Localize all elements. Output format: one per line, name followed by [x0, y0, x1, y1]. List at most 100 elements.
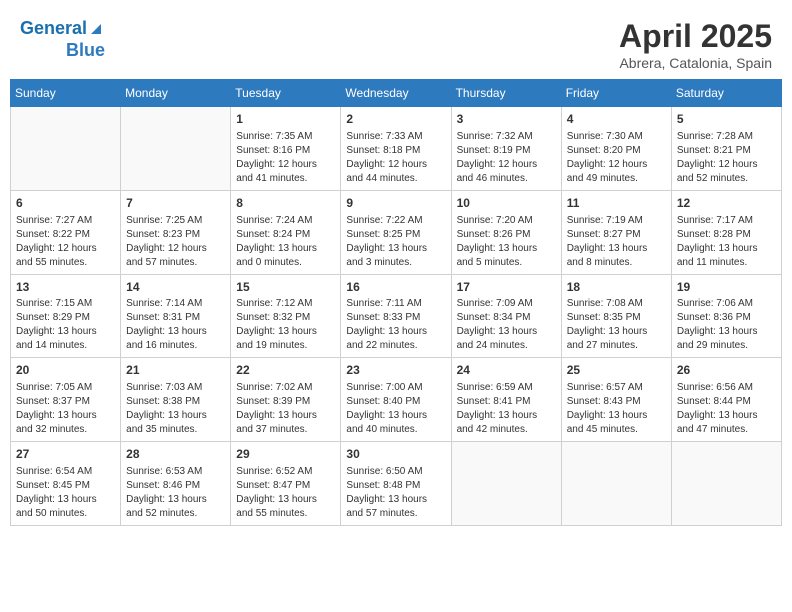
- calendar-cell: 6 Sunrise: 7:27 AMSunset: 8:22 PMDaylight…: [11, 190, 121, 274]
- day-info: Sunrise: 7:00 AMSunset: 8:40 PMDaylight:…: [346, 381, 445, 437]
- calendar-cell: 26 Sunrise: 6:56 AMSunset: 8:44 PMDayligh…: [671, 358, 781, 442]
- day-number: 21: [126, 362, 225, 379]
- calendar-cell: 18Sunrise: 7:08 AMSunset: 8:35 PMDayligh…: [561, 274, 671, 358]
- day-info: Sunrise: 7:27 AMSunset: 8:22 PMDaylight:…: [16, 214, 115, 270]
- calendar-cell: 19Sunrise: 7:06 AMSunset: 8:36 PMDayligh…: [671, 274, 781, 358]
- day-number: 12: [677, 195, 776, 212]
- day-number: 2: [346, 111, 445, 128]
- calendar-cell: 30 Sunrise: 6:50 AMSunset: 8:48 PMDayligh…: [341, 442, 451, 526]
- day-info: Sunrise: 7:05 AMSunset: 8:37 PMDaylight:…: [16, 381, 115, 437]
- day-number: 10: [457, 195, 556, 212]
- calendar-cell: 9 Sunrise: 7:22 AMSunset: 8:25 PMDaylight…: [341, 190, 451, 274]
- calendar-cell: 21 Sunrise: 7:03 AMSunset: 8:38 PMDayligh…: [121, 358, 231, 442]
- calendar-cell: 23 Sunrise: 7:00 AMSunset: 8:40 PMDayligh…: [341, 358, 451, 442]
- day-info: Sunrise: 7:22 AMSunset: 8:25 PMDaylight:…: [346, 214, 445, 270]
- day-number: 3: [457, 111, 556, 128]
- day-number: 23: [346, 362, 445, 379]
- calendar-cell: [451, 442, 561, 526]
- day-number: 5: [677, 111, 776, 128]
- logo-text-general: General: [20, 18, 87, 40]
- location: Abrera, Catalonia, Spain: [619, 55, 772, 71]
- day-number: 15: [236, 279, 335, 296]
- calendar-cell: 1Sunrise: 7:35 AMSunset: 8:16 PMDaylight…: [231, 107, 341, 191]
- calendar-cell: 22 Sunrise: 7:02 AMSunset: 8:39 PMDayligh…: [231, 358, 341, 442]
- day-number: 16: [346, 279, 445, 296]
- day-info: Sunrise: 7:25 AMSunset: 8:23 PMDaylight:…: [126, 214, 225, 270]
- day-number: 28: [126, 446, 225, 463]
- day-number: 27: [16, 446, 115, 463]
- calendar-table: SundayMondayTuesdayWednesdayThursdayFrid…: [10, 79, 782, 526]
- day-number: 24: [457, 362, 556, 379]
- logo: General Blue: [20, 18, 105, 61]
- day-info: Sunrise: 6:56 AMSunset: 8:44 PMDaylight:…: [677, 381, 776, 437]
- weekday-header: Wednesday: [341, 80, 451, 107]
- weekday-header: Monday: [121, 80, 231, 107]
- day-number: 18: [567, 279, 666, 296]
- calendar-cell: [671, 442, 781, 526]
- calendar-cell: 13Sunrise: 7:15 AMSunset: 8:29 PMDayligh…: [11, 274, 121, 358]
- calendar-cell: 28 Sunrise: 6:53 AMSunset: 8:46 PMDayligh…: [121, 442, 231, 526]
- day-info: Sunrise: 7:32 AMSunset: 8:19 PMDaylight:…: [457, 130, 556, 186]
- day-info: Sunrise: 7:03 AMSunset: 8:38 PMDaylight:…: [126, 381, 225, 437]
- day-number: 13: [16, 279, 115, 296]
- day-number: 19: [677, 279, 776, 296]
- day-info: Sunrise: 7:19 AMSunset: 8:27 PMDaylight:…: [567, 214, 666, 270]
- day-info: Sunrise: 6:50 AMSunset: 8:48 PMDaylight:…: [346, 465, 445, 521]
- day-info: Sunrise: 7:24 AMSunset: 8:24 PMDaylight:…: [236, 214, 335, 270]
- day-number: 30: [346, 446, 445, 463]
- calendar-cell: 5 Sunrise: 7:28 AMSunset: 8:21 PMDaylight…: [671, 107, 781, 191]
- calendar-cell: 7 Sunrise: 7:25 AMSunset: 8:23 PMDaylight…: [121, 190, 231, 274]
- day-info: Sunrise: 7:20 AMSunset: 8:26 PMDaylight:…: [457, 214, 556, 270]
- calendar-cell: 15Sunrise: 7:12 AMSunset: 8:32 PMDayligh…: [231, 274, 341, 358]
- calendar-cell: 20Sunrise: 7:05 AMSunset: 8:37 PMDayligh…: [11, 358, 121, 442]
- calendar-cell: [121, 107, 231, 191]
- day-info: Sunrise: 6:59 AMSunset: 8:41 PMDaylight:…: [457, 381, 556, 437]
- day-number: 22: [236, 362, 335, 379]
- calendar-cell: 17Sunrise: 7:09 AMSunset: 8:34 PMDayligh…: [451, 274, 561, 358]
- day-info: Sunrise: 6:53 AMSunset: 8:46 PMDaylight:…: [126, 465, 225, 521]
- day-number: 4: [567, 111, 666, 128]
- day-info: Sunrise: 7:14 AMSunset: 8:31 PMDaylight:…: [126, 297, 225, 353]
- day-info: Sunrise: 7:17 AMSunset: 8:28 PMDaylight:…: [677, 214, 776, 270]
- calendar-header-row: SundayMondayTuesdayWednesdayThursdayFrid…: [11, 80, 782, 107]
- calendar-cell: 27 Sunrise: 6:54 AMSunset: 8:45 PMDayligh…: [11, 442, 121, 526]
- day-info: Sunrise: 7:30 AMSunset: 8:20 PMDaylight:…: [567, 130, 666, 186]
- day-info: Sunrise: 6:57 AMSunset: 8:43 PMDaylight:…: [567, 381, 666, 437]
- calendar-cell: 10 Sunrise: 7:20 AMSunset: 8:26 PMDayligh…: [451, 190, 561, 274]
- logo-icon: [87, 20, 105, 38]
- calendar-week-row: 20Sunrise: 7:05 AMSunset: 8:37 PMDayligh…: [11, 358, 782, 442]
- day-info: Sunrise: 7:33 AMSunset: 8:18 PMDaylight:…: [346, 130, 445, 186]
- day-number: 8: [236, 195, 335, 212]
- day-number: 26: [677, 362, 776, 379]
- calendar-cell: 29Sunrise: 6:52 AMSunset: 8:47 PMDayligh…: [231, 442, 341, 526]
- calendar-cell: 8 Sunrise: 7:24 AMSunset: 8:24 PMDaylight…: [231, 190, 341, 274]
- day-number: 14: [126, 279, 225, 296]
- day-number: 1: [236, 111, 335, 128]
- calendar-week-row: 6 Sunrise: 7:27 AMSunset: 8:22 PMDaylight…: [11, 190, 782, 274]
- weekday-header: Friday: [561, 80, 671, 107]
- day-info: Sunrise: 7:08 AMSunset: 8:35 PMDaylight:…: [567, 297, 666, 353]
- day-info: Sunrise: 7:02 AMSunset: 8:39 PMDaylight:…: [236, 381, 335, 437]
- day-number: 9: [346, 195, 445, 212]
- day-number: 11: [567, 195, 666, 212]
- weekday-header: Sunday: [11, 80, 121, 107]
- calendar-week-row: 1Sunrise: 7:35 AMSunset: 8:16 PMDaylight…: [11, 107, 782, 191]
- title-block: April 2025 Abrera, Catalonia, Spain: [619, 18, 772, 71]
- calendar-cell: 12 Sunrise: 7:17 AMSunset: 8:28 PMDayligh…: [671, 190, 781, 274]
- day-number: 17: [457, 279, 556, 296]
- day-info: Sunrise: 7:11 AMSunset: 8:33 PMDaylight:…: [346, 297, 445, 353]
- page-header: General Blue April 2025 Abrera, Cataloni…: [10, 10, 782, 75]
- calendar-cell: 11 Sunrise: 7:19 AMSunset: 8:27 PMDayligh…: [561, 190, 671, 274]
- logo-text-blue: Blue: [66, 40, 105, 62]
- day-number: 6: [16, 195, 115, 212]
- calendar-cell: [561, 442, 671, 526]
- day-info: Sunrise: 7:28 AMSunset: 8:21 PMDaylight:…: [677, 130, 776, 186]
- day-info: Sunrise: 7:15 AMSunset: 8:29 PMDaylight:…: [16, 297, 115, 353]
- day-number: 25: [567, 362, 666, 379]
- day-info: Sunrise: 6:54 AMSunset: 8:45 PMDaylight:…: [16, 465, 115, 521]
- weekday-header: Saturday: [671, 80, 781, 107]
- weekday-header: Thursday: [451, 80, 561, 107]
- calendar-week-row: 27 Sunrise: 6:54 AMSunset: 8:45 PMDayligh…: [11, 442, 782, 526]
- month-title: April 2025: [619, 18, 772, 55]
- day-number: 7: [126, 195, 225, 212]
